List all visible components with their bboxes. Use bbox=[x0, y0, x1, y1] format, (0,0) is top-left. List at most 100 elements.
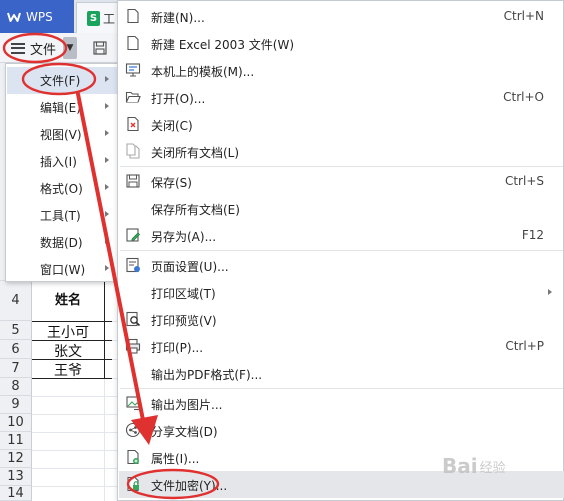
left-menu-item-label: 窗口(W) bbox=[40, 263, 86, 277]
left-menu-item-label: 插入(I) bbox=[40, 155, 77, 169]
table-border bbox=[104, 281, 105, 378]
table-header-cell[interactable]: 姓名 bbox=[32, 289, 104, 308]
menu-item-page-setup[interactable]: 页面设置(U)... bbox=[119, 252, 564, 279]
wps-logo-icon bbox=[7, 12, 21, 22]
left-menu-item-insert[interactable]: 插入(I) bbox=[7, 148, 118, 175]
wps-tab-label: WPS bbox=[26, 9, 53, 24]
left-menu-item-view[interactable]: 视图(V) bbox=[7, 121, 118, 148]
template-icon bbox=[125, 63, 141, 77]
menu-item-export-pdf[interactable]: 输出为PDF格式(F)... bbox=[119, 360, 564, 387]
file-menu-button[interactable]: 文件 bbox=[6, 36, 62, 60]
menu-item-save[interactable]: 保存(S) Ctrl+S bbox=[119, 168, 564, 195]
submenu-arrow-icon bbox=[105, 76, 109, 82]
save-icon bbox=[126, 174, 140, 188]
menu-item-save-as[interactable]: 另存为(A)... F12 bbox=[119, 222, 564, 249]
menu-item-shortcut: Ctrl+O bbox=[503, 90, 544, 104]
save-icon[interactable] bbox=[93, 41, 107, 55]
menu-item-label: 页面设置(U)... bbox=[151, 260, 229, 274]
submenu-arrow-icon bbox=[548, 289, 552, 295]
row-header[interactable]: 10 bbox=[0, 414, 32, 432]
row-header[interactable]: 9 bbox=[0, 396, 32, 414]
submenu-arrow-icon bbox=[105, 265, 109, 271]
left-menu-item-label: 数据(D) bbox=[40, 236, 83, 250]
close-all-icon bbox=[126, 143, 140, 159]
left-menu-item-format[interactable]: 格式(O) bbox=[7, 175, 118, 202]
baidu-jingyan-watermark: Bai 经验 bbox=[442, 448, 558, 484]
file-submenu: 新建(N)... Ctrl+N 新建 Excel 2003 文件(W) 本机上的… bbox=[117, 0, 564, 501]
menu-item-label: 另存为(A)... bbox=[151, 230, 217, 244]
left-menu-item-label: 编辑(E) bbox=[40, 101, 81, 115]
row-header[interactable]: 8 bbox=[0, 378, 32, 396]
menu-item-export-image[interactable]: 输出为图片... bbox=[119, 390, 564, 417]
menu-item-label: 打印(P)... bbox=[151, 341, 204, 355]
close-doc-icon bbox=[127, 116, 139, 132]
menu-item-local-templates[interactable]: 本机上的模板(M)... bbox=[119, 57, 564, 84]
print-preview-icon bbox=[126, 311, 141, 327]
submenu-arrow-icon bbox=[105, 184, 109, 190]
folder-open-icon bbox=[125, 91, 141, 103]
row-header[interactable]: 4 bbox=[0, 281, 32, 321]
menu-item-close[interactable]: 关闭(C) bbox=[119, 111, 564, 138]
row-header[interactable]: 5 bbox=[0, 321, 32, 340]
left-menu-item-tools[interactable]: 工具(T) bbox=[7, 202, 118, 229]
menu-separator bbox=[120, 388, 563, 389]
menu-item-label: 打开(O)... bbox=[151, 92, 206, 106]
menu-item-label: 新建 Excel 2003 文件(W) bbox=[151, 38, 294, 52]
page-setup-icon bbox=[126, 257, 140, 273]
spreadsheet-icon: S bbox=[87, 10, 100, 26]
left-menu-item-label: 工具(T) bbox=[40, 209, 81, 223]
chevron-down-icon[interactable]: ▼ bbox=[63, 37, 77, 59]
share-icon bbox=[125, 422, 141, 438]
encrypt-icon bbox=[127, 476, 139, 492]
menu-item-label: 分享文档(D) bbox=[151, 425, 218, 439]
left-menu-item-window[interactable]: 窗口(W) bbox=[7, 256, 118, 283]
row-header[interactable]: 7 bbox=[0, 359, 32, 378]
row-header[interactable]: 11 bbox=[0, 432, 32, 450]
menu-item-print-area[interactable]: 打印区域(T) bbox=[119, 279, 564, 306]
watermark-subtitle: 经验 bbox=[479, 460, 506, 476]
new-file-icon bbox=[127, 8, 139, 24]
export-image-icon bbox=[126, 396, 140, 411]
row-header[interactable]: 6 bbox=[0, 340, 32, 359]
menu-item-new[interactable]: 新建(N)... Ctrl+N bbox=[119, 3, 564, 30]
left-menu-item-label: 文件(F) bbox=[40, 74, 81, 88]
menu-item-label: 文件加密(Y)... bbox=[151, 479, 228, 493]
menu-item-label: 本机上的模板(M)... bbox=[151, 65, 255, 79]
menu-item-label: 打印区域(T) bbox=[151, 287, 216, 301]
row-header[interactable]: 14 bbox=[0, 486, 32, 501]
menu-item-label: 保存所有文档(E) bbox=[151, 203, 240, 217]
table-cell[interactable]: 王爷 bbox=[32, 360, 104, 380]
submenu-arrow-icon bbox=[105, 238, 109, 244]
row-header[interactable]: 13 bbox=[0, 468, 32, 486]
watermark-logo: Bai bbox=[442, 454, 478, 478]
menu-item-share[interactable]: 分享文档(D) bbox=[119, 417, 564, 444]
left-menu-item-file[interactable]: 文件(F) bbox=[7, 67, 118, 94]
menu-item-label: 输出为PDF格式(F)... bbox=[151, 368, 263, 382]
spreadsheet-doc-tab[interactable]: S 工 bbox=[76, 2, 120, 33]
menu-item-close-all[interactable]: 关闭所有文档(L) bbox=[119, 138, 564, 165]
table-cell[interactable]: 王小可 bbox=[32, 322, 104, 342]
menu-item-save-all[interactable]: 保存所有文档(E) bbox=[119, 195, 564, 222]
menu-item-print-preview[interactable]: 打印预览(V) bbox=[119, 306, 564, 333]
menu-item-label: 关闭(C) bbox=[151, 119, 193, 133]
submenu-arrow-icon bbox=[105, 157, 109, 163]
table-cell[interactable]: 张文 bbox=[32, 341, 104, 361]
wps-home-tab[interactable]: WPS bbox=[0, 0, 74, 33]
menu-item-open[interactable]: 打开(O)... Ctrl+O bbox=[119, 84, 564, 111]
menu-separator bbox=[120, 166, 563, 167]
menu-item-label: 输出为图片... bbox=[151, 398, 223, 412]
menu-item-shortcut: Ctrl+S bbox=[504, 174, 544, 188]
menu-item-new-excel-2003[interactable]: 新建 Excel 2003 文件(W) bbox=[119, 30, 564, 57]
save-as-icon bbox=[126, 228, 141, 242]
left-menu-item-edit[interactable]: 编辑(E) bbox=[7, 94, 118, 121]
left-menu-item-data[interactable]: 数据(D) bbox=[7, 229, 118, 256]
menu-item-shortcut: F12 bbox=[521, 228, 544, 242]
hamburger-icon bbox=[11, 42, 25, 54]
menu-item-shortcut: Ctrl+P bbox=[505, 339, 544, 353]
left-menu-item-label: 格式(O) bbox=[40, 182, 83, 196]
doc-tab-label: 工 bbox=[103, 11, 116, 26]
row-header[interactable]: 12 bbox=[0, 450, 32, 468]
menu-item-label: 打印预览(V) bbox=[151, 314, 217, 328]
file-dropdown-menu: 文件(F) 编辑(E) 视图(V) 插入(I) 格式(O) 工具(T) 数据(D… bbox=[5, 63, 119, 282]
menu-item-print[interactable]: 打印(P)... Ctrl+P bbox=[119, 333, 564, 360]
